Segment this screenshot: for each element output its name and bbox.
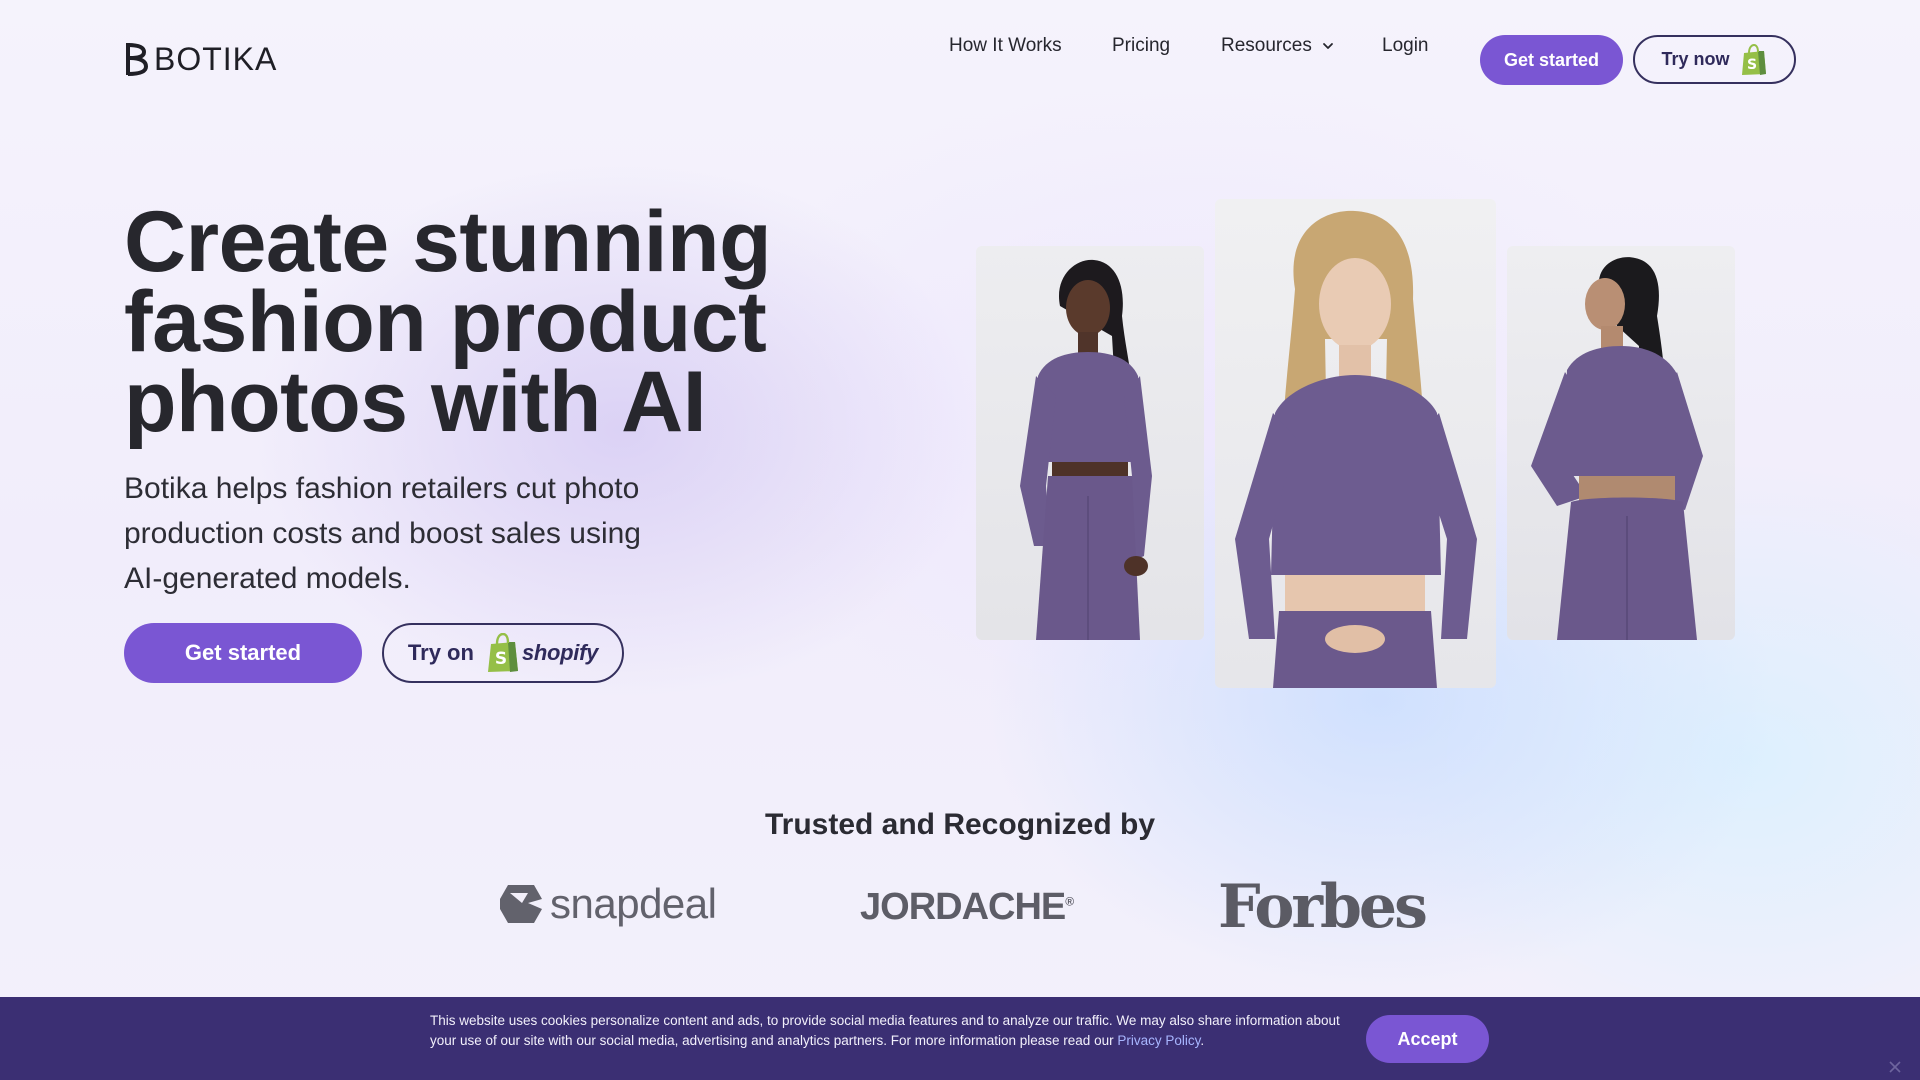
- svg-text:S: S: [495, 649, 507, 669]
- try-now-label: Try now: [1661, 49, 1730, 69]
- try-on-label: Try on: [407, 640, 474, 665]
- cookie-banner: This website uses cookies personalize co…: [0, 997, 1920, 1080]
- svg-text:S: S: [1746, 57, 1756, 73]
- shopify-bag-icon: S: [1741, 43, 1766, 75]
- nav-login[interactable]: Login: [1382, 35, 1429, 57]
- accept-cookies-button[interactable]: Accept: [1366, 1015, 1489, 1063]
- hero-title-line-3: photos with AI: [124, 354, 707, 450]
- forbes-logo: Forbes: [1218, 872, 1428, 942]
- botika-logo-icon: [126, 43, 149, 76]
- jordache-logo: JORDACHE®: [860, 886, 1074, 928]
- hero-get-started-button[interactable]: Get started: [124, 623, 362, 683]
- shopify-wordmark: shopify: [521, 640, 599, 665]
- nav-resources-label: Resources: [1221, 35, 1312, 56]
- close-icon[interactable]: [1888, 1060, 1902, 1074]
- trusted-heading: Trusted and Recognized by: [764, 808, 1156, 841]
- snapdeal-logo-icon: [500, 885, 542, 923]
- header-get-started-button[interactable]: Get started: [1480, 35, 1623, 85]
- try-on-shopify-button[interactable]: Try on S shopify: [382, 623, 624, 683]
- hero-subtitle: Botika helps fashion retailers cut photo…: [124, 472, 641, 595]
- botika-logo[interactable]: BOTIKA: [124, 40, 277, 78]
- nav-how-it-works[interactable]: How It Works: [949, 35, 1062, 57]
- header-try-now-button[interactable]: Try now S: [1633, 35, 1796, 84]
- jordache-wordmark: JORDACHE: [860, 886, 1066, 928]
- shopify-bag-icon: S: [487, 633, 518, 672]
- privacy-policy-link[interactable]: Privacy Policy: [1117, 1033, 1200, 1048]
- site-header: BOTIKA How It Works Pricing Resources Lo…: [0, 0, 1920, 120]
- chevron-down-icon: [1322, 43, 1333, 49]
- shopify-logo: S shopify: [486, 633, 598, 673]
- model-photo-center: [1215, 199, 1496, 688]
- cookie-period: .: [1200, 1033, 1205, 1048]
- logo-text: BOTIKA: [154, 40, 278, 77]
- hero-title: Create stunning fashion product photos w…: [124, 199, 844, 445]
- model-photo-back: [1507, 246, 1735, 640]
- snapdeal-logo: snapdeal: [498, 880, 717, 928]
- nav-resources[interactable]: Resources: [1221, 35, 1334, 57]
- snapdeal-wordmark: snapdeal: [550, 880, 717, 927]
- cookie-text: This website uses cookies personalize co…: [430, 1011, 1360, 1051]
- model-photo-front: [976, 246, 1204, 640]
- nav-pricing[interactable]: Pricing: [1112, 35, 1170, 57]
